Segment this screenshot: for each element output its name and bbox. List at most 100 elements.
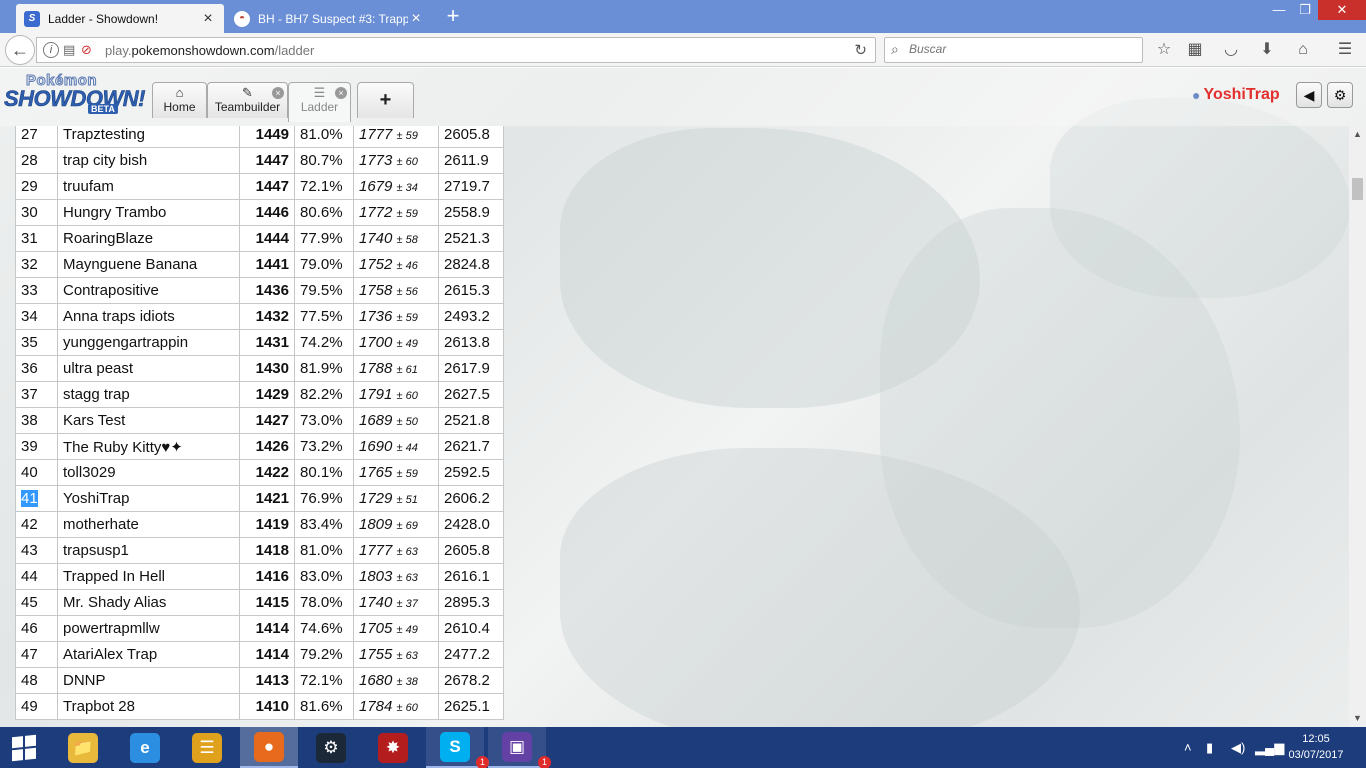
player-name-cell[interactable]: YoshiTrap bbox=[57, 485, 240, 512]
close-tab-icon[interactable]: × bbox=[408, 10, 424, 28]
player-name-cell[interactable]: Contrapositive bbox=[57, 277, 240, 304]
coil-cell: 2611.9 bbox=[438, 147, 504, 174]
player-name-text: RoaringBlaze bbox=[63, 230, 154, 247]
player-name-cell[interactable]: trap city bish bbox=[57, 147, 240, 174]
maximize-window-button[interactable]: ❐ bbox=[1292, 0, 1318, 20]
player-name-cell[interactable]: RoaringBlaze bbox=[57, 225, 240, 252]
taskbar-steam-button[interactable]: ⚙ bbox=[302, 727, 360, 768]
reload-icon[interactable]: ↻ bbox=[854, 41, 867, 59]
elo-text: 1430 bbox=[255, 360, 289, 377]
player-name-cell[interactable]: trapsusp1 bbox=[57, 537, 240, 564]
player-name-cell[interactable]: Anna traps idiots bbox=[57, 303, 240, 330]
page-scrollbar[interactable]: ▲ ▼ bbox=[1349, 126, 1366, 727]
gxe-cell: 72.1% bbox=[294, 667, 354, 694]
player-name-cell[interactable]: DNNP bbox=[57, 667, 240, 694]
player-name-cell[interactable]: Maynguene Banana bbox=[57, 251, 240, 278]
ladder-row: 49 Trapbot 28 1410 81.6% 1784 ± 60 2625.1 bbox=[15, 693, 504, 720]
pocket-icon[interactable]: ◡ bbox=[1220, 40, 1242, 62]
player-name-cell[interactable]: toll3029 bbox=[57, 459, 240, 486]
scroll-thumb[interactable] bbox=[1352, 178, 1363, 200]
gxe-cell: 76.9% bbox=[294, 485, 354, 512]
search-bar[interactable]: ⌕ bbox=[884, 37, 1143, 63]
player-name-cell[interactable]: truufam bbox=[57, 173, 240, 200]
tab-teambuilder-label: Teambuilder bbox=[214, 100, 281, 114]
elo-cell: 1410 bbox=[239, 693, 295, 720]
new-tab-button[interactable]: + bbox=[440, 4, 466, 30]
ladder-row: 34 Anna traps idiots 1432 77.5% 1736 ± 59 249… bbox=[15, 303, 504, 330]
search-input[interactable] bbox=[909, 42, 1129, 56]
coil-cell: 2521.8 bbox=[438, 407, 504, 434]
rank-cell: 35 bbox=[15, 329, 58, 356]
player-name-cell[interactable]: Kars Test bbox=[57, 407, 240, 434]
network-signal-icon[interactable]: ▂▄▆ bbox=[1255, 727, 1284, 768]
player-name-cell[interactable]: AtariAlex Trap bbox=[57, 641, 240, 668]
taskbar-twitch-button[interactable]: ▣ 1 bbox=[488, 727, 551, 768]
taskbar-firefox-button[interactable]: ● bbox=[240, 727, 298, 768]
elo-cell: 1419 bbox=[239, 511, 295, 538]
glicko-text: 1705 bbox=[359, 620, 393, 637]
showdown-logo[interactable]: Pokémon SHOWDOWN! BETA bbox=[4, 72, 148, 120]
browser-tab-ladder[interactable]: S Ladder - Showdown! × bbox=[16, 4, 224, 33]
player-name-cell[interactable]: Trapztesting bbox=[57, 126, 240, 148]
ladder-panel: 27 Trapztesting 1449 81.0% 1777 ± 59 2605.8 28… bbox=[0, 126, 1349, 727]
new-room-button[interactable]: + bbox=[357, 82, 414, 118]
elo-cell: 1413 bbox=[239, 667, 295, 694]
scroll-up-icon[interactable]: ▲ bbox=[1349, 126, 1366, 143]
player-name-cell[interactable]: Mr. Shady Alias bbox=[57, 589, 240, 616]
tab-ladder[interactable]: ☰ Ladder × bbox=[288, 82, 351, 122]
close-tab-icon[interactable]: × bbox=[200, 10, 216, 28]
close-tab-icon[interactable]: × bbox=[335, 87, 347, 99]
taskbar-razer-button[interactable]: ✸ bbox=[364, 727, 422, 768]
browser-tab-forum[interactable]: ◓ BH - BH7 Suspect #3: Trappi × bbox=[226, 4, 432, 33]
back-button[interactable]: ← bbox=[5, 35, 35, 65]
permissions-icon[interactable]: ▤ bbox=[63, 42, 75, 58]
tab-home[interactable]: ⌂ Home bbox=[152, 82, 207, 118]
url-text[interactable]: play.pokemonshowdown.com/ladder bbox=[105, 43, 314, 58]
settings-button[interactable]: ⚙ bbox=[1327, 82, 1353, 108]
player-name-cell[interactable]: yunggengartrappin bbox=[57, 329, 240, 356]
player-name-cell[interactable]: Trapped In Hell bbox=[57, 563, 240, 590]
volume-icon[interactable]: ◀) bbox=[1231, 727, 1245, 768]
start-button[interactable] bbox=[0, 727, 48, 768]
gxe-text: 72.1% bbox=[300, 178, 343, 195]
show-hidden-icons-icon[interactable]: ˄ bbox=[1184, 727, 1192, 768]
coil-text: 2895.3 bbox=[444, 594, 490, 611]
taskbar-skype-button[interactable]: S1 bbox=[426, 727, 489, 768]
taskbar-notes-app-button[interactable]: ☰ bbox=[178, 727, 236, 768]
battery-icon[interactable]: ▮ bbox=[1206, 727, 1213, 768]
tab-teambuilder[interactable]: ✎ Teambuilder × bbox=[207, 82, 288, 118]
player-name-cell[interactable]: ultra peast bbox=[57, 355, 240, 382]
system-clock[interactable]: 12:05 03/07/2017 bbox=[1286, 731, 1346, 763]
taskbar-internet-explorer-button[interactable]: e bbox=[116, 727, 174, 768]
download-icon[interactable]: ⬇ bbox=[1256, 40, 1278, 62]
player-name-cell[interactable]: The Ruby Kitty♥✦ bbox=[57, 433, 240, 460]
ladder-row: 27 Trapztesting 1449 81.0% 1777 ± 59 2605.8 bbox=[15, 126, 504, 148]
home-icon[interactable]: ⌂ bbox=[1292, 40, 1314, 62]
coil-text: 2428.0 bbox=[444, 516, 490, 533]
close-window-button[interactable]: ✕ bbox=[1318, 0, 1366, 20]
gear-icon: ⚙ bbox=[1333, 87, 1347, 103]
bookmark-star-icon[interactable]: ☆ bbox=[1153, 40, 1175, 62]
taskbar-file-explorer-button[interactable]: 📁 bbox=[54, 727, 112, 768]
coil-cell: 2621.7 bbox=[438, 433, 504, 460]
close-tab-icon[interactable]: × bbox=[272, 87, 284, 99]
elo-cell: 1421 bbox=[239, 485, 295, 512]
player-name-cell[interactable]: Trapbot 28 bbox=[57, 693, 240, 720]
site-info-icon[interactable]: i bbox=[43, 42, 59, 58]
bookmarks-library-icon[interactable]: ▦ bbox=[1184, 40, 1206, 62]
address-bar[interactable]: i ▤ ⊘ play.pokemonshowdown.com/ladder ↻ bbox=[36, 37, 876, 63]
glicko-text: 1784 bbox=[359, 698, 393, 715]
mixed-content-icon[interactable]: ⊘ bbox=[81, 42, 92, 58]
rank-text: 27 bbox=[21, 126, 38, 143]
glicko-text: 1758 bbox=[359, 282, 393, 299]
player-name-cell[interactable]: powertrapmllw bbox=[57, 615, 240, 642]
minimize-window-button[interactable]: — bbox=[1266, 0, 1292, 20]
player-name-cell[interactable]: motherhate bbox=[57, 511, 240, 538]
coil-cell: 2678.2 bbox=[438, 667, 504, 694]
scroll-down-icon[interactable]: ▼ bbox=[1349, 710, 1366, 727]
player-name-cell[interactable]: stagg trap bbox=[57, 381, 240, 408]
menu-icon[interactable]: ☰ bbox=[1334, 40, 1356, 62]
sound-button[interactable]: ◀ bbox=[1296, 82, 1322, 108]
user-button[interactable]: ● YoshiTrap bbox=[1192, 84, 1280, 106]
player-name-cell[interactable]: Hungry Trambo bbox=[57, 199, 240, 226]
